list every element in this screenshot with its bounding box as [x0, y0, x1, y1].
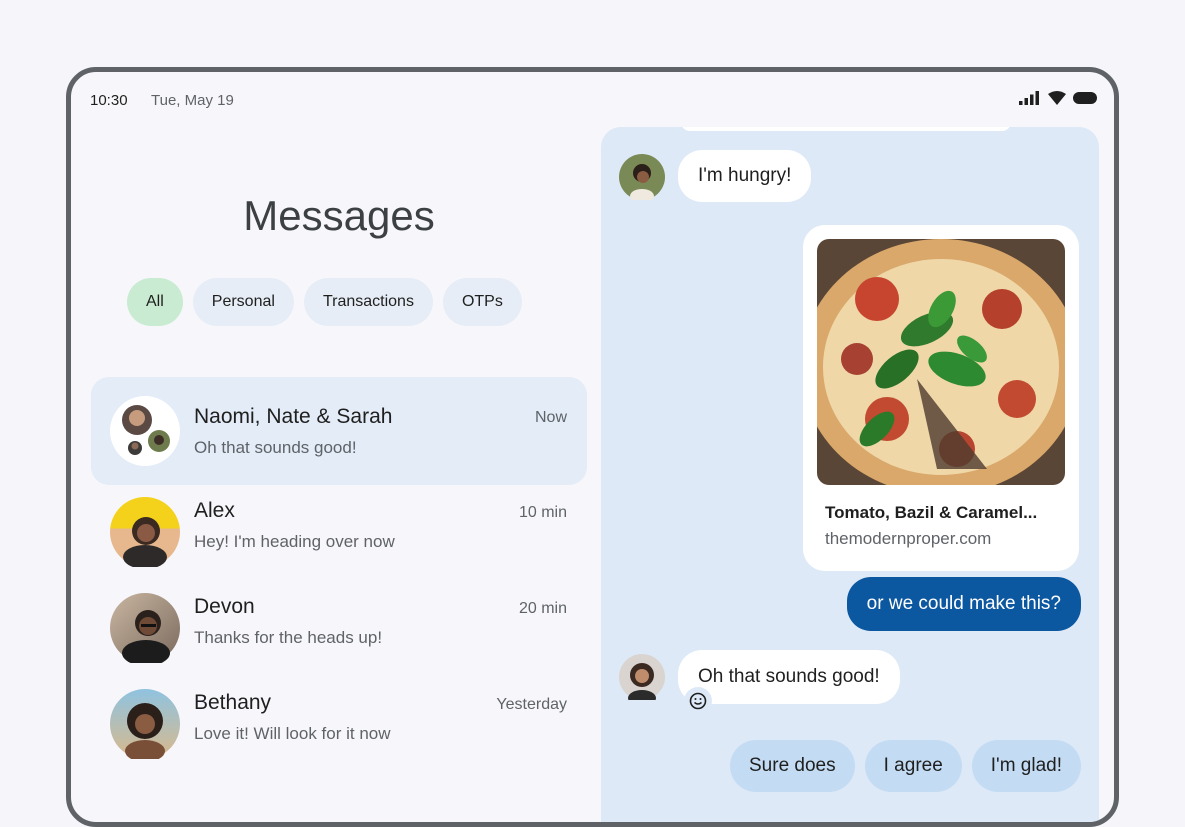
chat-pane: I'm hungry! Tomato, Bazil & Caramel... t…	[601, 127, 1099, 822]
outgoing-message: or we could make this?	[846, 577, 1081, 631]
filter-chip-all[interactable]: All	[127, 278, 183, 326]
conversation-preview: Oh that sounds good!	[194, 438, 357, 457]
conversation-time: Now	[534, 409, 567, 426]
conversation-list: Naomi, Nate & Sarah Oh that sounds good!…	[91, 377, 587, 773]
filter-chips: All Personal Transactions OTPs	[127, 278, 522, 326]
conversation-item[interactable]: Bethany Love it! Will look for it now Ye…	[91, 677, 587, 773]
link-preview-title: Tomato, Bazil & Caramel...	[825, 503, 1038, 522]
avatar	[110, 593, 180, 666]
smiley-reaction-icon[interactable]	[684, 687, 712, 715]
conversation-name: Naomi, Nate & Sarah	[194, 405, 393, 428]
battery-icon	[1073, 92, 1097, 104]
conversation-name: Devon	[194, 595, 255, 618]
smart-replies: Sure does I agree I'm glad!	[730, 740, 1081, 792]
page-title: Messages	[243, 192, 435, 239]
smart-reply-button[interactable]: I'm glad!	[971, 740, 1081, 792]
status-time: 10:30	[90, 92, 128, 109]
tablet-frame: 10:30 Tue, May 19 Messages All Personal …	[66, 67, 1119, 827]
smart-reply-button[interactable]: Sure does	[730, 740, 855, 792]
link-preview-domain: themodernproper.com	[825, 529, 992, 548]
avatar	[110, 689, 180, 762]
link-preview-image	[817, 239, 1065, 485]
signal-icon	[1019, 91, 1039, 105]
conversation-item[interactable]: Alex Hey! I'm heading over now 10 min	[91, 485, 587, 581]
conversation-time: 20 min	[518, 600, 567, 617]
avatar	[110, 497, 180, 569]
smart-reply-button[interactable]: I agree	[864, 740, 962, 792]
group-avatar	[110, 396, 180, 466]
conversation-preview: Love it! Will look for it now	[194, 724, 391, 743]
sender-avatar	[619, 154, 665, 203]
wifi-icon	[1048, 91, 1066, 105]
filter-chip-personal[interactable]: Personal	[192, 278, 294, 326]
previous-message	[681, 127, 1011, 131]
conversation-name: Bethany	[194, 691, 272, 714]
conversation-time: Yesterday	[496, 696, 567, 713]
conversation-item[interactable]: Devon Thanks for the heads up! 20 min	[91, 581, 587, 677]
conversation-preview: Hey! I'm heading over now	[194, 532, 395, 551]
conversation-preview: Thanks for the heads up!	[194, 628, 383, 647]
conversation-time: 10 min	[518, 504, 567, 521]
status-icons	[1019, 91, 1097, 105]
filter-chip-otps[interactable]: OTPs	[442, 278, 522, 326]
filter-chip-transactions[interactable]: Transactions	[303, 278, 433, 326]
sender-avatar	[619, 654, 665, 706]
status-date: Tue, May 19	[151, 92, 234, 109]
link-preview-card[interactable]: Tomato, Bazil & Caramel... themodernprop…	[803, 225, 1079, 571]
status-bar: 10:30 Tue, May 19	[71, 72, 1114, 128]
incoming-message: I'm hungry!	[678, 150, 812, 202]
conversation-item[interactable]: Naomi, Nate & Sarah Oh that sounds good!…	[91, 377, 587, 485]
conversation-name: Alex	[194, 499, 235, 522]
